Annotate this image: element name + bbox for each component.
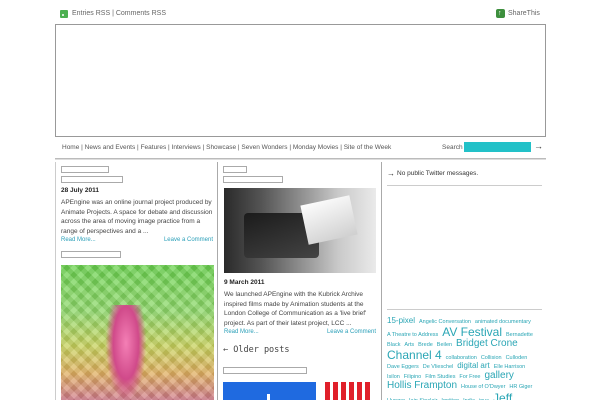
tag-link[interactable]: Hollis Frampton xyxy=(387,380,457,391)
nav-item-showcase[interactable]: Showcase xyxy=(206,144,236,151)
main-nav: Home | News and Events | Features | Inte… xyxy=(62,144,392,151)
nav-item-interviews[interactable]: Interviews xyxy=(172,144,201,151)
tag-link[interactable]: Isilon xyxy=(387,374,400,380)
search-label: Search xyxy=(442,144,463,151)
tag-link[interactable]: 15-pixel xyxy=(387,316,415,325)
nav-item-monday-movies[interactable]: Monday Movies xyxy=(293,144,339,151)
read-more-link[interactable]: Read More... xyxy=(224,329,259,335)
nav-item-home[interactable]: Home xyxy=(62,144,79,151)
tag-link[interactable]: De Vlieschel xyxy=(423,364,454,370)
tag-link[interactable]: HR Giger xyxy=(509,384,532,390)
tag-link[interactable]: Bridget Crone xyxy=(456,338,518,349)
tag-link[interactable]: A Theatre to Address xyxy=(387,332,438,338)
tag-link[interactable]: digital art xyxy=(457,361,489,370)
post-image[interactable] xyxy=(61,265,214,400)
older-posts-link[interactable]: ← Older posts xyxy=(223,345,290,355)
tag-link[interactable]: Arts xyxy=(404,342,414,348)
header-banner xyxy=(55,24,546,137)
tag-link[interactable]: AV Festival xyxy=(442,325,502,339)
image-paper xyxy=(300,195,358,245)
tag-link[interactable]: Elle Harrison xyxy=(494,364,525,370)
widget-stub xyxy=(61,251,121,258)
tag-link[interactable]: Jeff xyxy=(493,391,512,400)
widget-stub xyxy=(223,367,307,374)
column-left: 28 July 2011 APEngine was an online jour… xyxy=(55,162,218,400)
rss-links[interactable]: Entries RSS | Comments RSS xyxy=(72,10,166,17)
search-input[interactable] xyxy=(464,142,531,152)
post-date: 28 July 2011 xyxy=(61,187,99,194)
nav-item-news[interactable]: News and Events xyxy=(85,144,136,151)
tag-link[interactable]: Filipino xyxy=(404,374,421,380)
share-this-link[interactable]: ShareThis xyxy=(508,10,540,17)
widget-stub xyxy=(223,176,283,183)
widget-stub xyxy=(223,166,247,173)
arrow-right-icon: → xyxy=(387,169,395,178)
tag-link[interactable]: gallery xyxy=(484,370,513,381)
post-excerpt: We launched APEngine with the Kubrick Ar… xyxy=(224,291,367,327)
nav-item-features[interactable]: Features xyxy=(141,144,167,151)
column-right: → No public Twitter messages. 15-pixel A… xyxy=(383,162,546,400)
leave-comment-link[interactable]: Leave a Comment xyxy=(141,237,213,243)
tag-link[interactable]: Culloden xyxy=(506,355,528,361)
nav-item-seven-wonders[interactable]: Seven Wonders xyxy=(241,144,287,151)
tag-link[interactable]: For Free xyxy=(459,374,480,380)
leave-comment-link[interactable]: Leave a Comment xyxy=(304,329,376,335)
column-middle: 9 March 2011 We launched APEngine with t… xyxy=(219,162,382,400)
tag-link[interactable]: Channel 4 xyxy=(387,348,442,362)
tag-link[interactable]: House of O'Dwyer xyxy=(461,384,505,390)
read-more-link[interactable]: Read More... xyxy=(61,237,96,243)
search-submit-icon[interactable]: → xyxy=(534,141,543,151)
tag-link[interactable]: Beilen xyxy=(437,342,452,348)
top-bar: Entries RSS | Comments RSS ShareThis xyxy=(0,0,600,24)
widget-stub xyxy=(61,166,109,173)
tag-link[interactable]: Film Studies xyxy=(425,374,455,380)
sidebar-divider xyxy=(387,185,542,186)
tag-link[interactable]: Dave Eggers xyxy=(387,364,419,370)
sidebar-divider xyxy=(387,309,542,310)
image-figure xyxy=(106,305,146,400)
rss-icon[interactable] xyxy=(60,10,68,18)
share-icon[interactable] xyxy=(496,9,505,18)
tag-cloud: 15-pixel Angelic Conversation animated d… xyxy=(387,316,537,400)
tag-link[interactable]: Brede xyxy=(418,342,433,348)
post-excerpt: APEngine was an online journal project p… xyxy=(61,199,213,235)
post-image[interactable] xyxy=(224,188,376,273)
nav-item-site-of-week[interactable]: Site of the Week xyxy=(344,144,392,151)
post-date: 9 March 2011 xyxy=(224,279,265,286)
thumbnail-detail xyxy=(267,394,270,400)
widget-stub xyxy=(61,176,123,183)
thumbnail-stripes[interactable] xyxy=(325,382,371,400)
divider xyxy=(55,158,546,160)
twitter-status: No public Twitter messages. xyxy=(397,170,479,177)
